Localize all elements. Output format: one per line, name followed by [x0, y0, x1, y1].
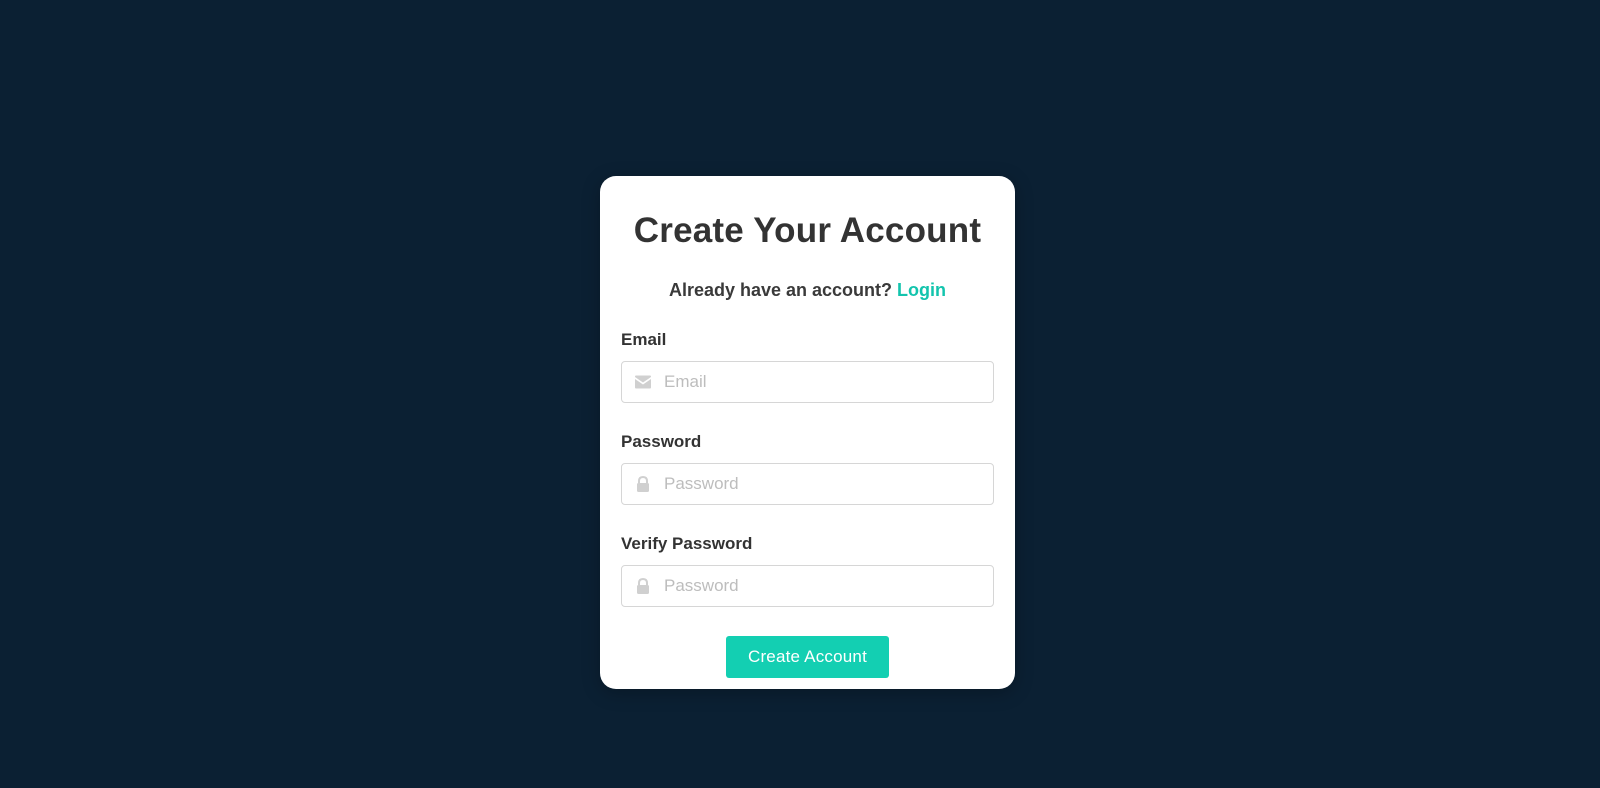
email-input[interactable] — [664, 362, 984, 402]
verify-password-field-wrapper[interactable] — [621, 565, 994, 607]
verify-password-input[interactable] — [664, 566, 984, 606]
email-label: Email — [621, 330, 667, 349]
password-input[interactable] — [664, 464, 984, 504]
envelope-icon — [635, 375, 651, 389]
create-account-button[interactable]: Create Account — [726, 636, 889, 678]
lock-icon — [637, 578, 649, 594]
login-prompt-text: Already have an account? — [668, 280, 893, 300]
password-field-wrapper[interactable] — [621, 463, 994, 505]
login-link[interactable]: Login — [897, 280, 946, 300]
verify-password-label: Verify Password — [621, 534, 753, 553]
page-title: Create Your Account — [633, 211, 982, 250]
submit-row: Create Account — [621, 636, 994, 678]
lock-icon — [637, 476, 649, 492]
signup-card: Create Your Account Already have an acco… — [600, 176, 1015, 689]
login-prompt: Already have an account? Login — [621, 279, 994, 301]
password-label: Password — [621, 432, 702, 451]
email-field-wrapper[interactable] — [621, 361, 994, 403]
